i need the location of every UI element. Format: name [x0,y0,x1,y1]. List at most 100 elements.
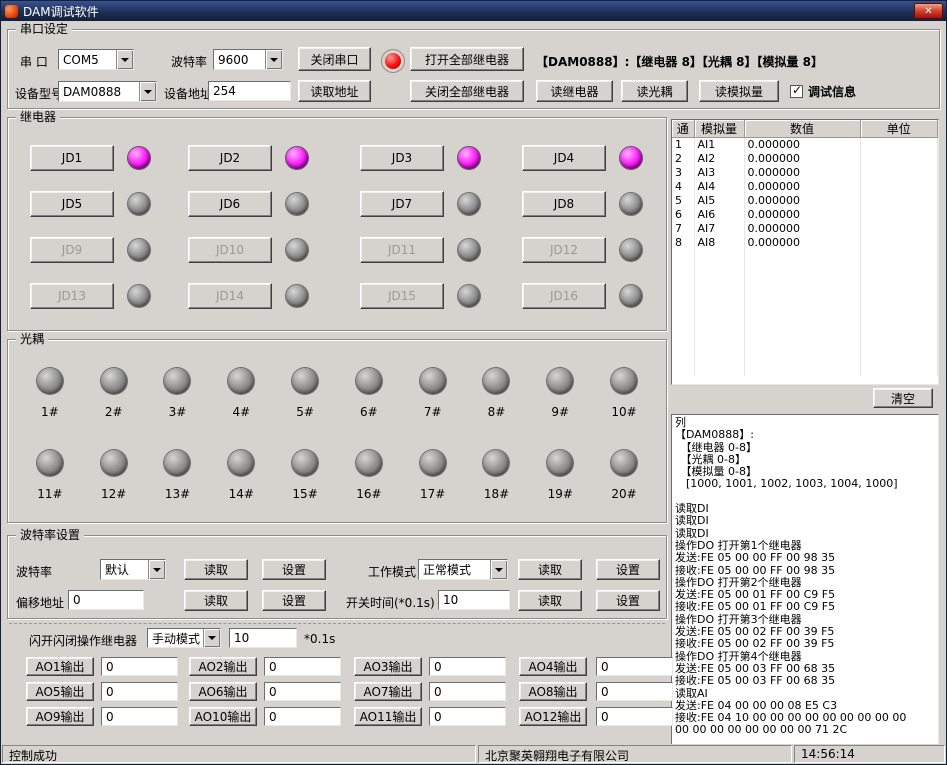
relay-button-jd13[interactable]: JD13 [30,283,114,309]
ao-output-input-12[interactable] [596,707,673,726]
ao-output-button-9[interactable]: AO9输出 [26,707,94,726]
col-header-analog[interactable]: 模拟量 [694,120,744,138]
baud-set-button[interactable]: 设置 [262,559,326,580]
col-header-unit[interactable]: 单位 [860,120,938,138]
ao-output-input-2[interactable] [264,657,341,676]
dropdown-arrow-icon[interactable] [490,560,507,579]
ao-output-input-7[interactable] [429,682,506,701]
ao-output-button-4[interactable]: AO4输出 [519,657,587,676]
ao-output-input-11[interactable] [429,707,506,726]
switch-time-read-button[interactable]: 读取 [518,590,582,611]
ao-output-button-8[interactable]: AO8输出 [519,682,587,701]
ao-output-input-6[interactable] [264,682,341,701]
ao-output-button-6[interactable]: AO6输出 [189,682,257,701]
ao-output-button-1[interactable]: AO1输出 [26,657,94,676]
ao-output-button-7[interactable]: AO7输出 [354,682,422,701]
dropdown-arrow-icon[interactable] [265,50,282,69]
analog-row-empty [672,334,938,348]
debug-info-checkbox[interactable]: 调试信息 [790,83,856,100]
read-address-button[interactable]: 读取地址 [298,80,371,102]
offset-address-input[interactable] [68,590,144,610]
relay-button-jd1[interactable]: JD1 [30,145,114,171]
flash-mode-combo[interactable]: 手动模式 [147,628,221,648]
ao-output-input-10[interactable] [264,707,341,726]
ao-output-button-3[interactable]: AO3输出 [354,657,422,676]
ao-output-input-9[interactable] [101,707,178,726]
ao-output-button-10[interactable]: AO10输出 [189,707,257,726]
model-combo[interactable]: DAM0888 [58,81,157,102]
ao-output-input-5[interactable] [101,682,178,701]
relay-button-jd9[interactable]: JD9 [30,237,114,263]
relay-button-jd2[interactable]: JD2 [188,145,272,171]
titlebar[interactable]: DAM调试软件 ✕ [1,1,946,21]
relay-led-jd7 [458,193,480,215]
baud-combo[interactable]: 9600 [213,49,283,70]
offset-read-button[interactable]: 读取 [184,590,248,611]
ao-output-button-11[interactable]: AO11输出 [354,707,422,726]
flash-section-divider [9,623,665,624]
read-opto-button[interactable]: 读光耦 [621,80,688,102]
clear-button[interactable]: 清空 [873,388,933,408]
relay-button-jd4[interactable]: JD4 [522,145,606,171]
opto-channel-label: 17# [420,487,445,501]
offset-set-button[interactable]: 设置 [262,590,326,611]
relay-button-jd12[interactable]: JD12 [522,237,606,263]
dropdown-arrow-icon[interactable] [203,629,220,647]
ao-output-button-5[interactable]: AO5输出 [26,682,94,701]
switch-time-set-button[interactable]: 设置 [596,590,660,611]
ao-output-input-3[interactable] [429,657,506,676]
analog-row-empty [672,250,938,264]
relay-button-jd11[interactable]: JD11 [360,237,444,263]
relay-button-jd16[interactable]: JD16 [522,283,606,309]
analog-row: 2AI20.000000 [672,152,938,166]
work-mode-read-button[interactable]: 读取 [518,559,582,580]
switch-time-input[interactable] [438,590,510,610]
close-all-relays-button[interactable]: 关闭全部继电器 [410,80,524,102]
analog-row-empty [672,362,938,376]
baud-read-button[interactable]: 读取 [184,559,248,580]
baud-setting-combo-value: 默认 [101,561,148,578]
work-mode-combo[interactable]: 正常模式 [418,559,508,580]
relay-button-jd15[interactable]: JD15 [360,283,444,309]
dropdown-arrow-icon[interactable] [148,560,165,579]
port-combo[interactable]: COM5 [58,49,134,70]
opto-led-13 [164,450,190,476]
opto-channel-label: 4# [232,405,250,419]
opto-channel-9: 9# [528,368,592,419]
opto-channel-14: 14# [209,450,273,501]
relay-led-jd13 [128,285,150,307]
ao-output-input-8[interactable] [596,682,673,701]
open-all-relays-button[interactable]: 打开全部继电器 [410,47,524,71]
address-label: 设备地址 [164,85,212,102]
relay-button-jd8[interactable]: JD8 [522,191,606,217]
read-relay-button[interactable]: 读继电器 [536,80,613,102]
ao-output-input-4[interactable] [596,657,673,676]
opto-channel-label: 15# [292,487,317,501]
ao-output-button-2[interactable]: AO2输出 [189,657,257,676]
relay-button-jd7[interactable]: JD7 [360,191,444,217]
col-header-channel[interactable]: 通 [672,120,694,138]
dropdown-arrow-icon[interactable] [139,82,156,101]
relay-button-jd5[interactable]: JD5 [30,191,114,217]
relay-led-jd9 [128,239,150,261]
work-mode-set-button[interactable]: 设置 [596,559,660,580]
debug-log[interactable]: 列 【DAM0888】: 【继电器 0-8】 【光耦 0-8】 【模拟量 0-8… [671,414,939,746]
opto-led-7 [420,368,446,394]
flash-time-input[interactable] [229,628,297,648]
col-header-value[interactable]: 数值 [744,120,860,138]
relay-button-jd14[interactable]: JD14 [188,283,272,309]
close-icon: ✕ [924,6,932,17]
ao-output-button-12[interactable]: AO12输出 [519,707,587,726]
device-address-input[interactable] [208,81,291,101]
relay-button-jd6[interactable]: JD6 [188,191,272,217]
relay-button-jd10[interactable]: JD10 [188,237,272,263]
ao-output-input-1[interactable] [101,657,178,676]
close-button[interactable]: ✕ [914,3,943,19]
baud-setting-combo[interactable]: 默认 [100,559,166,580]
relay-button-jd3[interactable]: JD3 [360,145,444,171]
read-analog-button[interactable]: 读模拟量 [699,80,779,102]
close-serial-button[interactable]: 关闭串口 [298,47,371,71]
analog-table-panel[interactable]: 通 模拟量 数值 单位 1AI10.0000002AI20.0000003AI3… [671,119,939,385]
opto-channel-label: 3# [169,405,187,419]
dropdown-arrow-icon[interactable] [116,50,133,69]
